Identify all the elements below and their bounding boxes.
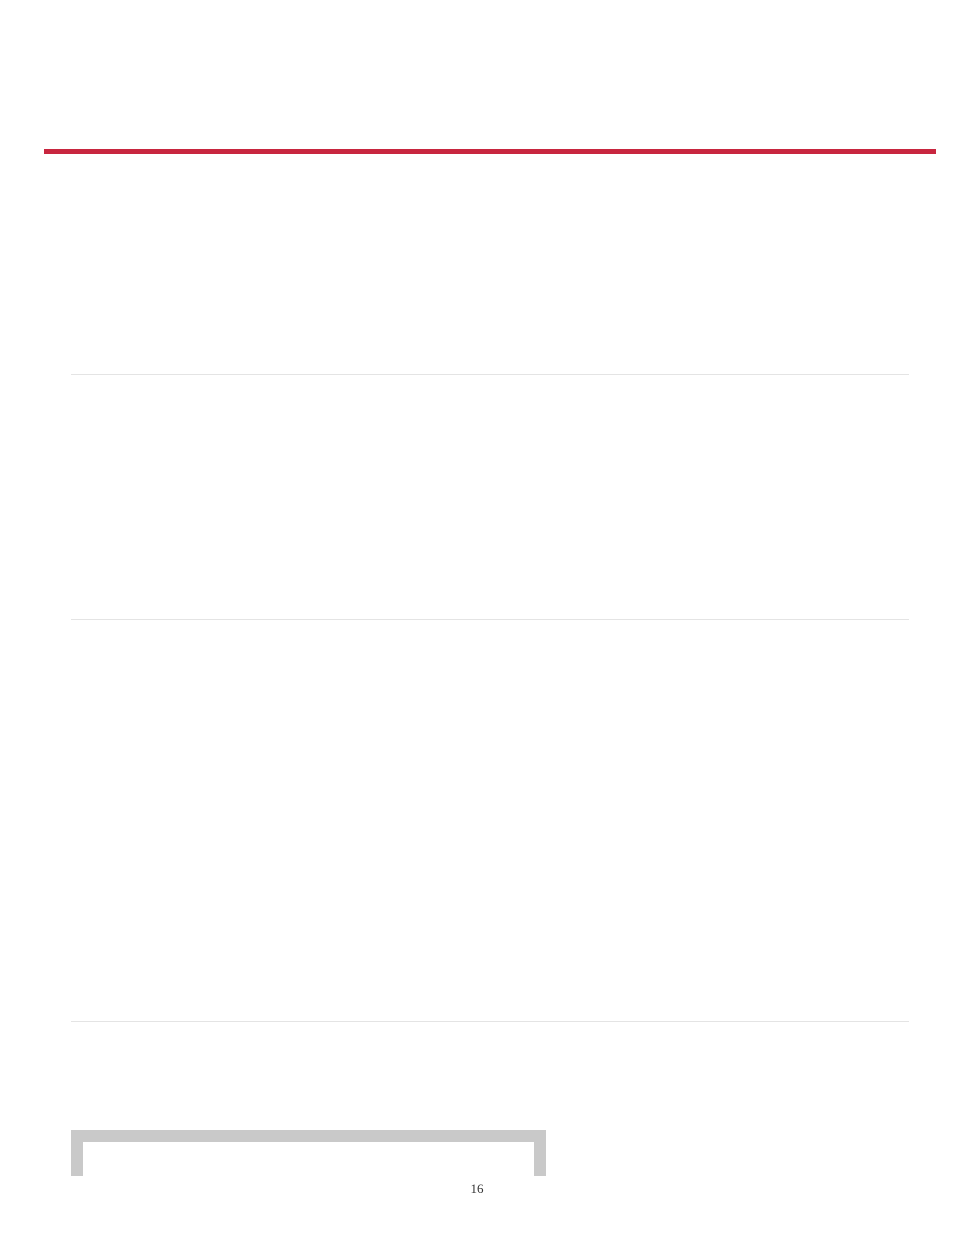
page-number: 16: [0, 1181, 954, 1197]
section-divider: [71, 619, 909, 620]
header-accent-rule: [44, 149, 936, 154]
section-divider: [71, 1021, 909, 1022]
section-divider: [71, 374, 909, 375]
figure-frame: [71, 1130, 546, 1176]
